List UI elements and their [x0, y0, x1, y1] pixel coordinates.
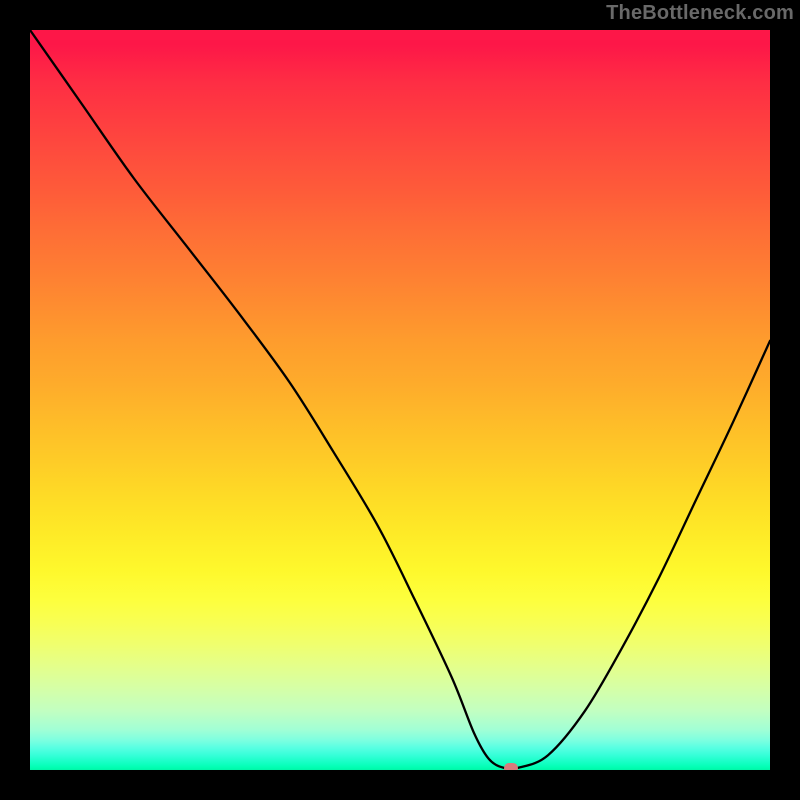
optimal-marker: [504, 763, 518, 770]
watermark-label: TheBottleneck.com: [606, 2, 794, 25]
chart-container: TheBottleneck.com: [0, 0, 800, 800]
curve-svg: [30, 30, 770, 770]
plot-area: [30, 30, 770, 770]
bottleneck-curve: [30, 30, 770, 769]
